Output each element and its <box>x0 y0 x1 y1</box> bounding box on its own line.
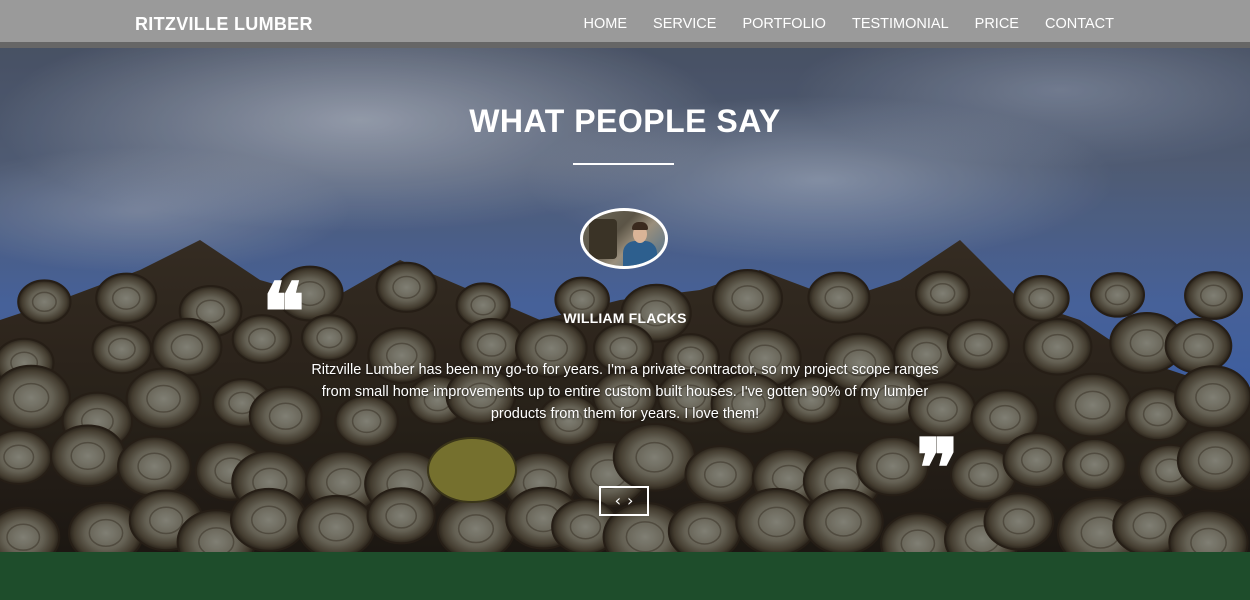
avatar <box>580 208 668 269</box>
nav-home[interactable]: HOME <box>584 16 628 32</box>
nav-testimonial[interactable]: TESTIMONIAL <box>852 16 949 32</box>
testimonial-text: Ritzville Lumber has been my go-to for y… <box>311 362 939 422</box>
nav-contact[interactable]: CONTACT <box>1045 16 1114 32</box>
top-navbar: RITZVILLE LUMBER HOME SERVICE PORTFOLIO … <box>0 0 1250 48</box>
nav-service[interactable]: SERVICE <box>653 16 716 32</box>
carousel-controls: ‹ › <box>599 486 649 516</box>
next-section-band <box>0 552 1250 600</box>
title-divider <box>573 163 674 165</box>
main-nav: HOME SERVICE PORTFOLIO TESTIMONIAL PRICE… <box>584 16 1114 32</box>
hero-background <box>0 0 1250 552</box>
chevron-right-icon[interactable]: › <box>627 493 633 509</box>
testimonial-author: WILLIAM FLACKS <box>563 310 687 326</box>
brand-logo[interactable]: RITZVILLE LUMBER <box>135 14 313 35</box>
section-title: WHAT PEOPLE SAY <box>469 103 781 139</box>
chevron-left-icon[interactable]: ‹ <box>615 493 621 509</box>
nav-price[interactable]: PRICE <box>975 16 1019 32</box>
nav-portfolio[interactable]: PORTFOLIO <box>742 16 826 32</box>
quote-close-icon: ❞ <box>916 421 960 515</box>
